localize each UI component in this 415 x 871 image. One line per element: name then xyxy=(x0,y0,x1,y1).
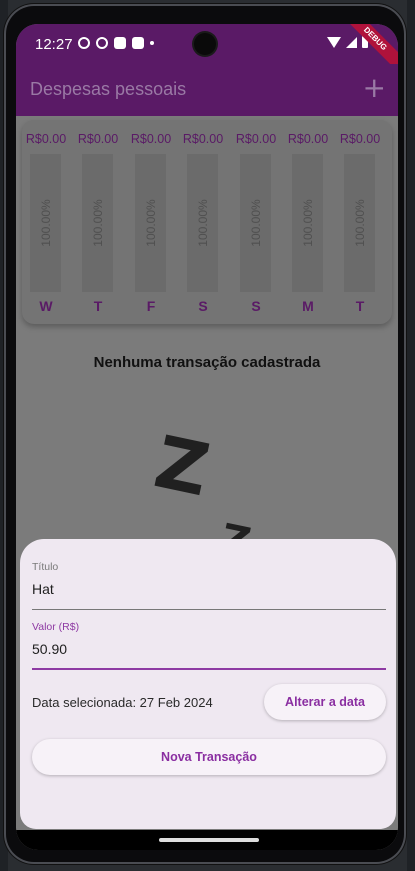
bar-value: R$0.00 xyxy=(25,132,67,146)
bar-value: R$0.00 xyxy=(287,132,329,146)
bar-percent: 100.00% xyxy=(143,199,158,247)
app-bar: Despesas pessoais + xyxy=(16,64,398,116)
phone-screen: 12:27 DEBUG Despesas pessoais + R$0.00 1… xyxy=(16,24,398,850)
bar-track: 100.00% xyxy=(292,154,323,292)
new-transaction-button[interactable]: Nova Transação xyxy=(32,739,386,775)
bar-track: 100.00% xyxy=(82,154,113,292)
title-field-value[interactable]: Hat xyxy=(32,581,386,597)
bar-track: 100.00% xyxy=(344,154,375,292)
gesture-handle[interactable] xyxy=(159,838,259,842)
selected-date-text: Data selecionada: 27 Feb 2024 xyxy=(32,695,213,710)
bar-percent: 100.00% xyxy=(195,199,210,247)
value-field[interactable]: Valor (R$) 50.90 xyxy=(32,621,386,671)
bar-day-label: T xyxy=(93,298,103,314)
bar-day-label: F xyxy=(146,298,156,314)
value-field-underline xyxy=(32,668,386,670)
bar-value: R$0.00 xyxy=(339,132,381,146)
bar-value: R$0.00 xyxy=(182,132,224,146)
title-field[interactable]: Título Hat xyxy=(32,561,386,611)
status-bar: 12:27 DEBUG xyxy=(16,24,398,76)
bar-track: 100.00% xyxy=(135,154,166,292)
bar-percent: 100.00% xyxy=(90,199,105,247)
bar-value: R$0.00 xyxy=(77,132,119,146)
weekly-chart-card: R$0.00 100.00% W R$0.00 100.00% T R$0.00… xyxy=(22,120,392,324)
bar-percent: 100.00% xyxy=(300,199,315,247)
bar-percent: 100.00% xyxy=(248,199,263,247)
bar-day-label: S xyxy=(251,298,261,314)
bar-percent: 100.00% xyxy=(38,199,53,247)
notification-icons xyxy=(78,37,154,49)
empty-state-message: Nenhuma transação cadastrada xyxy=(93,354,321,371)
bar-day-label: T xyxy=(355,298,365,314)
more-dot-icon xyxy=(150,41,154,45)
info-icon xyxy=(78,37,90,49)
title-field-label: Título xyxy=(32,561,59,573)
new-transaction-sheet: Título Hat Valor (R$) 50.90 Data selecio… xyxy=(20,539,396,829)
value-field-value[interactable]: 50.90 xyxy=(32,641,386,657)
sleep-z-icon: Z xyxy=(147,419,217,513)
camera-cutout xyxy=(194,33,216,55)
bar-track: 100.00% xyxy=(187,154,218,292)
bar-value: R$0.00 xyxy=(235,132,277,146)
phone-frame: 12:27 DEBUG Despesas pessoais + R$0.00 1… xyxy=(4,4,406,864)
add-icon[interactable]: + xyxy=(363,74,386,102)
shield-icon xyxy=(96,37,108,49)
value-field-label: Valor (R$) xyxy=(32,621,80,633)
change-date-button[interactable]: Alterar a data xyxy=(264,684,386,720)
app-icon xyxy=(132,37,144,49)
status-time: 12:27 xyxy=(35,36,73,53)
desktop-edge-right xyxy=(407,0,415,871)
system-icons xyxy=(327,36,368,48)
bar-track: 100.00% xyxy=(240,154,271,292)
bar-percent: 100.00% xyxy=(352,199,367,247)
bar-value: R$0.00 xyxy=(130,132,172,146)
bar-day-label: M xyxy=(302,298,314,314)
title-field-underline xyxy=(32,609,386,610)
bar-track: 100.00% xyxy=(30,154,61,292)
play-protect-icon xyxy=(114,37,126,49)
bar-day-label: S xyxy=(198,298,208,314)
wifi-icon xyxy=(327,36,341,48)
bar-day-label: W xyxy=(39,298,53,314)
navigation-bar xyxy=(16,830,398,850)
page-title: Despesas pessoais xyxy=(30,79,187,99)
signal-icon xyxy=(346,36,357,48)
